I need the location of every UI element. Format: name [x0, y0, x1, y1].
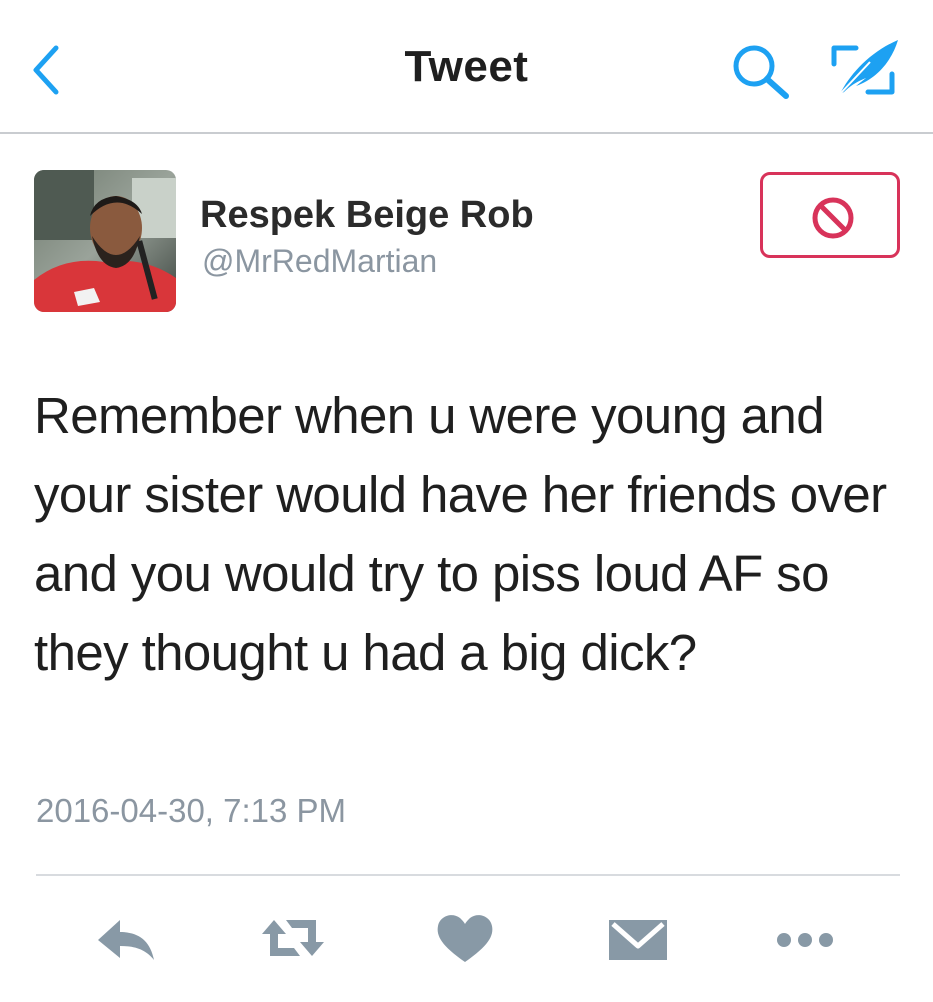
more-icon[interactable]	[770, 906, 840, 970]
tweet-text: Remember when u were young and your sist…	[34, 387, 887, 681]
avatar[interactable]	[34, 170, 176, 312]
block-icon	[812, 197, 854, 239]
compose-tweet-icon[interactable]	[826, 34, 906, 104]
blocked-button[interactable]	[760, 172, 900, 258]
reply-icon[interactable]	[94, 906, 164, 970]
search-icon[interactable]	[726, 40, 796, 104]
direct-message-icon[interactable]	[603, 906, 673, 970]
divider	[36, 874, 900, 876]
like-icon[interactable]	[430, 906, 500, 970]
author-handle[interactable]: @MrRedMartian	[202, 243, 437, 280]
tweet-timestamp: 2016-04-30, 7:13 PM	[36, 792, 347, 829]
navigation-bar: Tweet	[0, 0, 933, 134]
retweet-icon[interactable]	[258, 906, 328, 970]
author-display-name[interactable]: Respek Beige Rob	[200, 194, 534, 237]
